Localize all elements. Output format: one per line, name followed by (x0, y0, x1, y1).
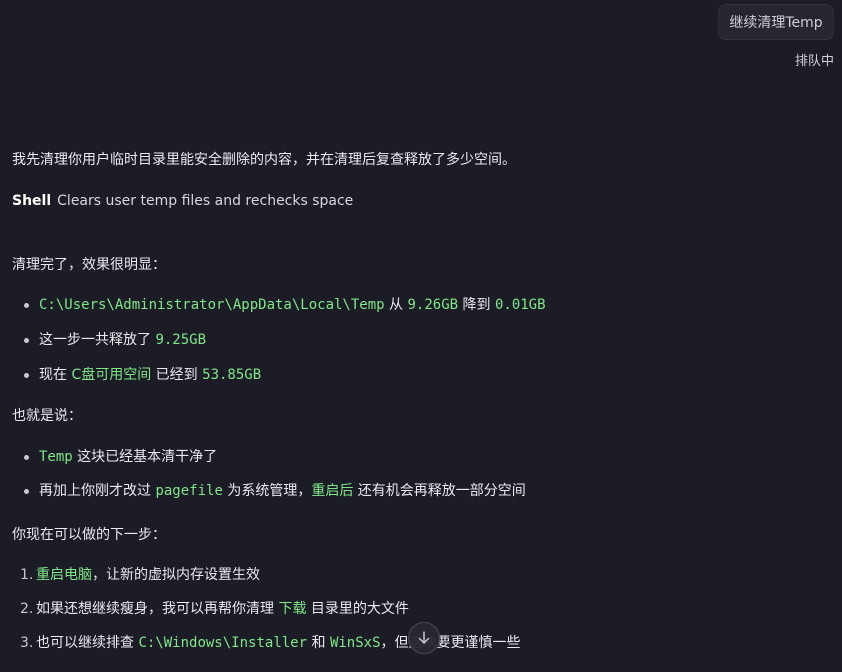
freed-amount: 9.25GB (155, 332, 207, 348)
size-after: 0.01GB (494, 297, 546, 313)
list-item: 这一步一共释放了 9.25GB (20, 330, 206, 350)
temp-code: Temp (39, 449, 73, 465)
installer-path: C:\Windows\Installer (138, 635, 308, 651)
list-item: Temp 这块已经基本清干净了 (20, 447, 217, 467)
list-item: 3. 也可以继续排查 C:\Windows\Installer 和 WinSxS… (20, 635, 521, 651)
drive-free-space-label: C盘可用空间 (71, 367, 152, 383)
size-before: 9.26GB (407, 297, 459, 313)
shell-tool-call[interactable]: Shell Clears user temp files and rechecks… (12, 191, 353, 211)
list-item: 再加上你刚才改过 pagefile 为系统管理， 重启后 还有机会再释放一部分空间 (20, 481, 526, 501)
section-heading-next-steps: 你现在可以做的下一步： (12, 527, 166, 543)
bullet (24, 337, 29, 343)
free-space-amount: 53.85GB (202, 367, 262, 383)
queued-message-card[interactable]: 继续清理Temp (718, 4, 834, 40)
list-item: 2. 如果还想继续瘦身，我可以再帮你清理 下载 目录里的大文件 (20, 601, 409, 617)
list-item: 1. 重启电脑 ，让新的虚拟内存设置生效 (20, 567, 260, 583)
section-heading-done: 清理完了，效果很明显： (12, 257, 166, 273)
intro-text: 我先清理你用户临时目录里能安全删除的内容，并在清理后复查释放了多少空间。 (12, 152, 516, 168)
list-number: 1. (20, 567, 34, 583)
bullet (24, 372, 29, 378)
bullet (24, 302, 29, 308)
bullet (24, 454, 29, 460)
list-number: 3. (20, 635, 34, 651)
downloads-folder-label: 下载 (278, 601, 307, 617)
section-heading-meaning: 也就是说： (12, 408, 82, 424)
after-restart-label: 重启后 (311, 483, 354, 499)
list-item: C:\Users\Administrator\AppData\Local\Tem… (20, 295, 546, 315)
list-number: 2. (20, 601, 34, 617)
winsxs-code: WinSxS (329, 635, 381, 651)
pagefile-code: pagefile (155, 483, 223, 499)
scroll-to-bottom-button[interactable] (408, 622, 440, 654)
list-item: 现在 C盘可用空间 已经到 53.85GB (20, 365, 261, 385)
queued-message-label: 继续清理Temp (729, 15, 823, 31)
shell-description: Clears user temp files and rechecks spac… (57, 193, 354, 209)
arrow-down-icon (418, 631, 430, 644)
shell-label: Shell (12, 193, 52, 209)
bullet (24, 488, 29, 494)
restart-pc-label: 重启电脑 (36, 567, 92, 583)
temp-path: C:\Users\Administrator\AppData\Local\Tem… (39, 297, 385, 313)
queue-status: 排队中 (794, 54, 834, 69)
